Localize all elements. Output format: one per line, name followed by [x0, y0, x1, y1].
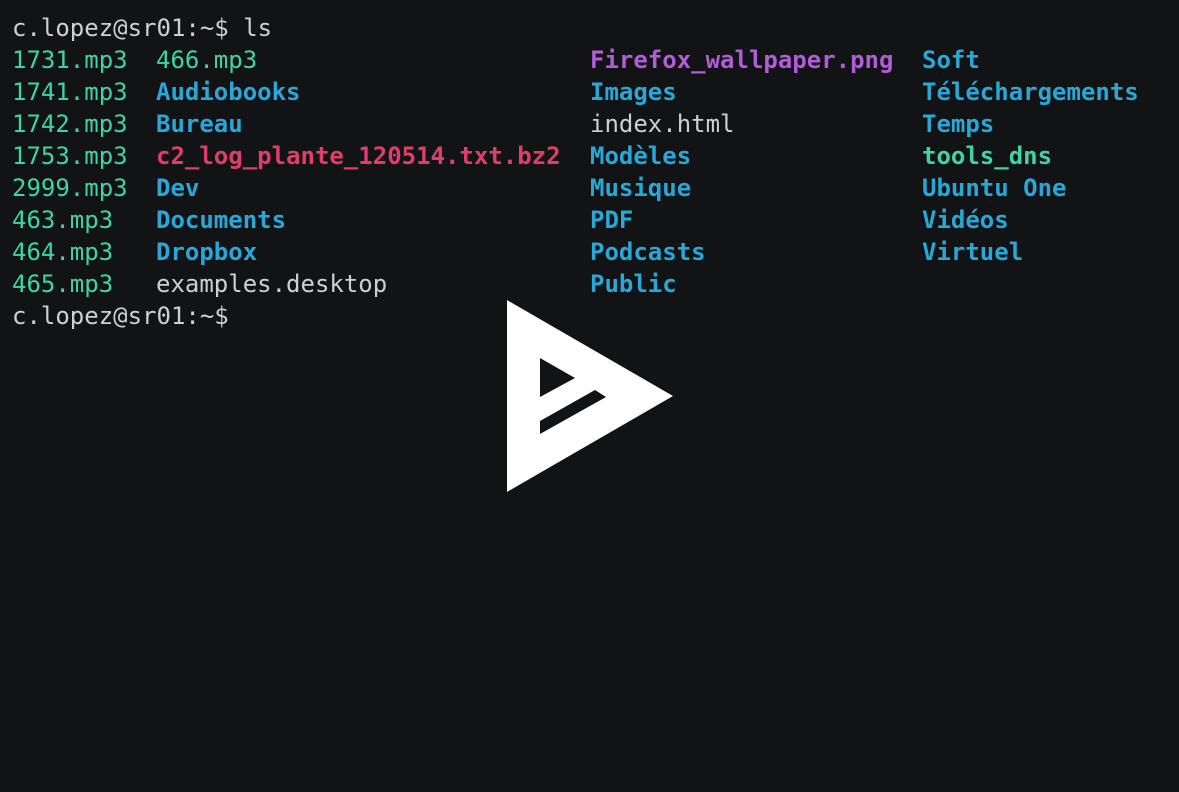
- file-entry: 465.mp3: [12, 270, 114, 298]
- prompt: c.lopez@sr01:~$: [12, 14, 229, 42]
- directory-entry: Podcasts: [590, 238, 706, 266]
- listing-column-3: Firefox_wallpaper.png Images index.html Mod…: [590, 44, 893, 300]
- directory-entry: Documents: [156, 206, 287, 234]
- file-entry: 2999.mp3: [12, 174, 128, 202]
- listing-column-4: Soft Téléchargements Temps tools_dns Ubuntu …: [922, 44, 1139, 268]
- prompt: c.lopez@sr01:~$: [12, 302, 229, 330]
- command-text: ls: [243, 14, 273, 42]
- directory-entry: Dev: [156, 174, 200, 202]
- file-entry: 464.mp3: [12, 238, 114, 266]
- file-entry: c2_log_plante_120514.txt.bz2: [156, 142, 561, 170]
- directory-entry: Ubuntu One: [922, 174, 1067, 202]
- file-entry: 463.mp3: [12, 206, 114, 234]
- terminal-window[interactable]: c.lopez@sr01:~$ ls 1731.mp3 1741.mp3 1742.…: [0, 0, 1179, 792]
- file-entry: index.html: [590, 110, 735, 138]
- file-entry: 1753.mp3: [12, 142, 128, 170]
- directory-entry: Modèles: [590, 142, 692, 170]
- file-entry: 1731.mp3: [12, 46, 128, 74]
- file-entry: examples.desktop: [156, 270, 388, 298]
- prompt-line[interactable]: c.lopez@sr01:~$: [12, 300, 229, 332]
- asciinema-play-icon[interactable]: [507, 300, 673, 492]
- file-entry: tools_dns: [922, 142, 1053, 170]
- directory-entry: Audiobooks: [156, 78, 301, 106]
- listing-column-1: 1731.mp3 1741.mp3 1742.mp3 1753.mp3 2999.mp3…: [12, 44, 128, 300]
- command-line: c.lopez@sr01:~$ ls: [12, 12, 272, 44]
- directory-entry: Temps: [922, 110, 995, 138]
- directory-entry: PDF: [590, 206, 634, 234]
- file-entry: 1741.mp3: [12, 78, 128, 106]
- directory-entry: Téléchargements: [922, 78, 1139, 106]
- directory-entry: Vidéos: [922, 206, 1009, 234]
- directory-entry: Soft: [922, 46, 980, 74]
- directory-entry: Public: [590, 270, 677, 298]
- file-entry: 466.mp3: [156, 46, 258, 74]
- directory-entry: Images: [590, 78, 677, 106]
- directory-entry: Virtuel: [922, 238, 1024, 266]
- directory-entry: Bureau: [156, 110, 243, 138]
- file-entry: 1742.mp3: [12, 110, 128, 138]
- directory-entry: Dropbox: [156, 238, 258, 266]
- directory-entry: Musique: [590, 174, 692, 202]
- file-entry: Firefox_wallpaper.png: [590, 46, 894, 74]
- listing-column-2: 466.mp3 Audiobooks Bureau c2_log_plante_120…: [156, 44, 561, 300]
